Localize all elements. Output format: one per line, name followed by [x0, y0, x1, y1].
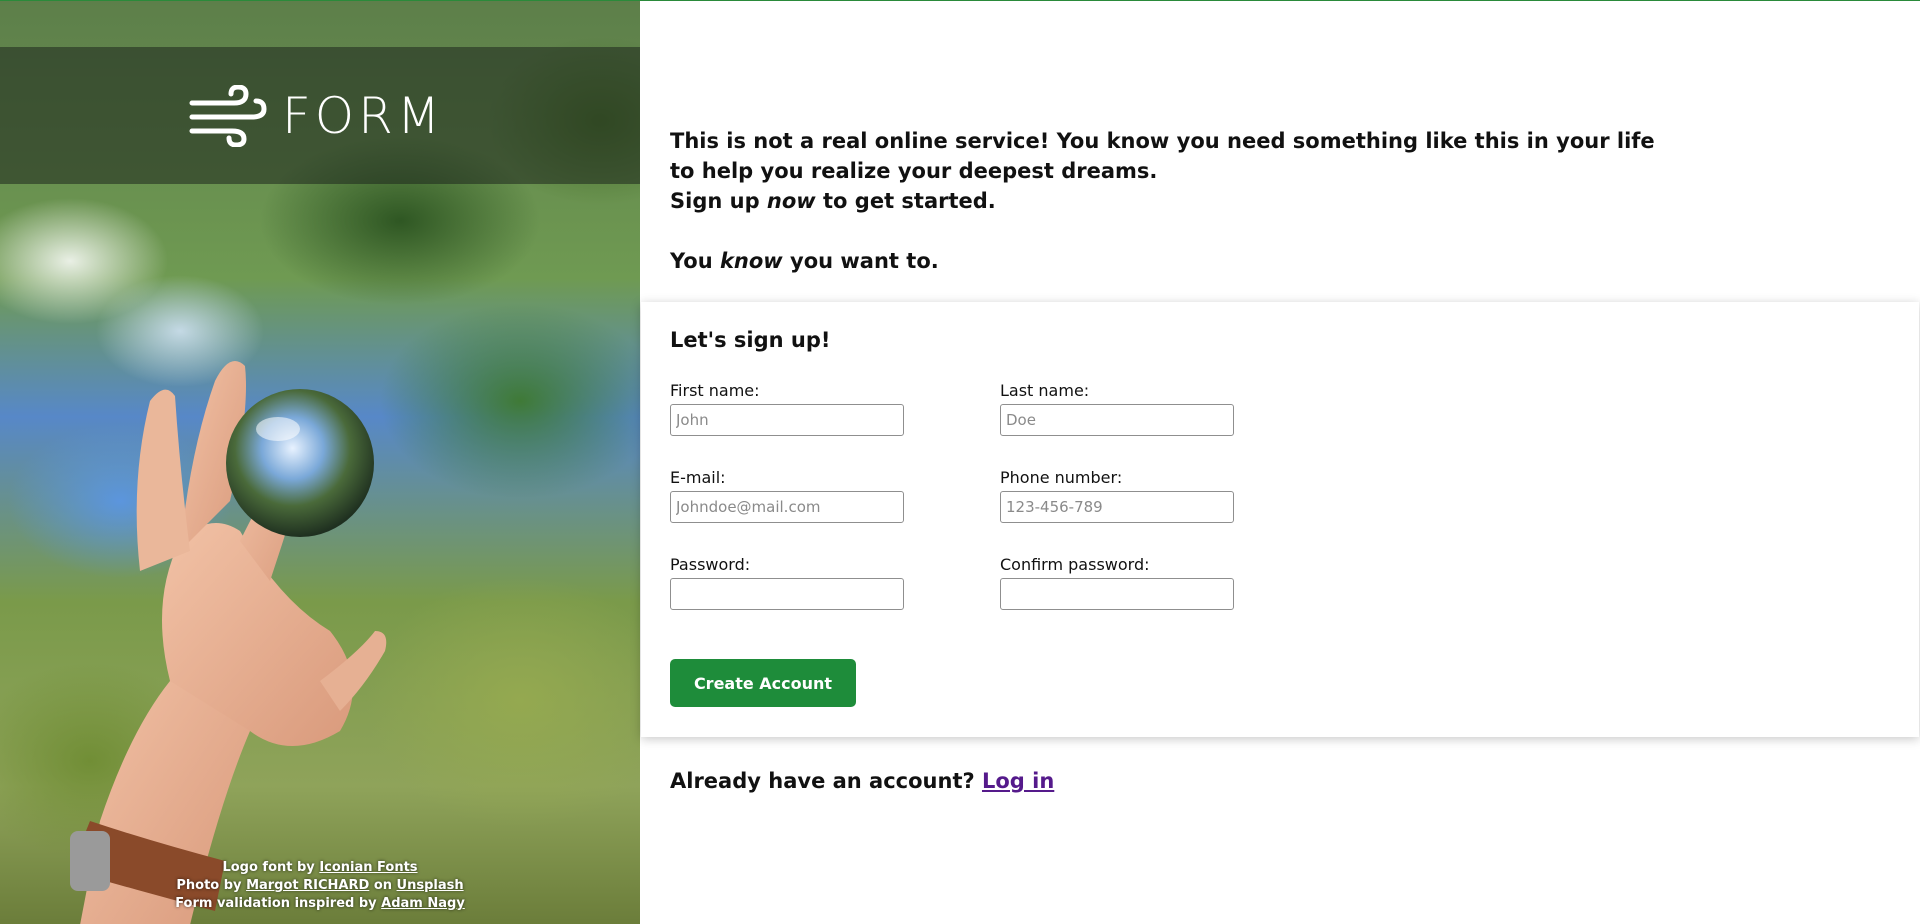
last-name-group: Last name:	[1000, 381, 1234, 436]
first-name-input[interactable]	[670, 404, 904, 436]
credit-text: Photo by	[176, 878, 247, 893]
login-link[interactable]: Log in	[982, 769, 1054, 793]
credit-line-logo-font: Logo font by Iconian Fonts	[150, 859, 490, 877]
intro-text-part: You	[670, 249, 720, 273]
password-label: Password:	[670, 555, 751, 574]
confirm-password-input[interactable]	[1000, 578, 1234, 610]
login-prompt: Already have an account? Log in	[670, 769, 1054, 793]
hand-holding-glass-ball-photo	[70, 361, 387, 924]
logo-text: FORM	[282, 87, 444, 145]
credit-line-photo: Photo by Margot RICHARD on Unsplash	[150, 877, 490, 895]
last-name-input[interactable]	[1000, 404, 1234, 436]
signup-form: Let's sign up! First name: Last name: E-…	[641, 302, 1919, 737]
page: FORM Logo font by Iconian Fonts Photo by…	[0, 0, 1920, 924]
credit-text: Form validation inspired by	[175, 896, 382, 911]
phone-label: Phone number:	[1000, 468, 1123, 487]
credit-text: Logo font by	[222, 860, 320, 875]
unsplash-link[interactable]: Unsplash	[397, 878, 464, 893]
confirm-password-label: Confirm password:	[1000, 555, 1150, 574]
iconian-fonts-link[interactable]: Iconian Fonts	[319, 860, 417, 875]
credit-text: on	[369, 878, 397, 893]
intro-emphasis: now	[766, 189, 816, 213]
last-name-label: Last name:	[1000, 381, 1090, 400]
intro-line: This is not a real online service! You k…	[670, 129, 1655, 153]
phone-input[interactable]	[1000, 491, 1234, 523]
first-name-group: First name:	[670, 381, 904, 436]
intro-line: You know you want to.	[670, 246, 1655, 276]
email-input[interactable]	[670, 491, 904, 523]
password-group: Password:	[670, 555, 904, 610]
intro-text-part: Sign up	[670, 189, 767, 213]
email-label: E-mail:	[670, 468, 726, 487]
intro-text: This is not a real online service! You k…	[670, 126, 1655, 276]
intro-emphasis: know	[719, 249, 783, 273]
credit-line-validation: Form validation inspired by Adam Nagy	[150, 895, 490, 913]
photo-credits: Logo font by Iconian Fonts Photo by Marg…	[150, 859, 490, 913]
confirm-password-group: Confirm password:	[1000, 555, 1234, 610]
email-group: E-mail:	[670, 468, 904, 523]
phone-group: Phone number:	[1000, 468, 1234, 523]
password-input[interactable]	[670, 578, 904, 610]
brand-logo[interactable]: FORM	[188, 85, 444, 147]
adam-nagy-link[interactable]: Adam Nagy	[381, 896, 465, 911]
intro-line: Sign up now to get started.	[670, 186, 1655, 216]
intro-text-part: you want to.	[782, 249, 939, 273]
intro-text-part: to get started.	[815, 189, 996, 213]
margot-richard-link[interactable]: Margot RICHARD	[246, 878, 369, 893]
create-account-button[interactable]: Create Account	[670, 659, 856, 707]
form-title: Let's sign up!	[670, 328, 831, 352]
hero-photo-panel: FORM Logo font by Iconian Fonts Photo by…	[0, 1, 640, 924]
first-name-label: First name:	[670, 381, 760, 400]
wind-icon	[189, 85, 267, 147]
intro-line: to help you realize your deepest dreams.	[670, 159, 1158, 183]
login-prompt-text: Already have an account?	[670, 769, 982, 793]
